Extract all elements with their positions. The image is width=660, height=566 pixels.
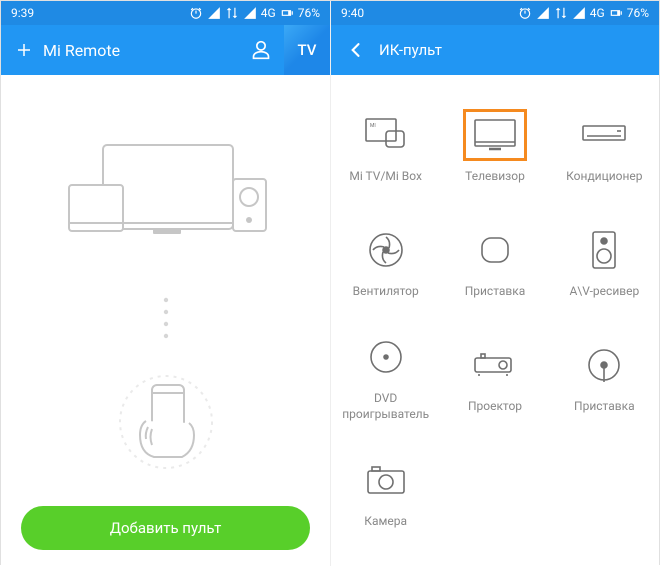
device-label: Вентилятор xyxy=(353,284,419,300)
connection-dots-icon xyxy=(162,295,170,345)
device-label: Кондиционер xyxy=(566,169,642,185)
app-title: Mi Remote xyxy=(43,41,238,60)
back-button[interactable] xyxy=(345,39,367,61)
device-settop[interactable]: Приставка xyxy=(440,204,549,319)
devices-illustration xyxy=(61,135,271,255)
header-actions: TV xyxy=(238,25,330,75)
ac-icon xyxy=(572,109,636,161)
alarm-icon xyxy=(518,6,532,20)
device-mitv[interactable]: MI Mi TV/Mi Box xyxy=(331,89,440,204)
add-remote-button[interactable]: Добавить пульт xyxy=(21,506,310,550)
device-label: Приставка xyxy=(574,399,635,415)
settop-icon xyxy=(463,224,527,276)
tv-tab[interactable]: TV xyxy=(284,25,330,75)
app-header: Mi Remote TV xyxy=(1,25,330,75)
camera-icon xyxy=(354,454,418,506)
device-av[interactable]: A\V-ресивер xyxy=(550,204,659,319)
empty-state: Добавить пульт xyxy=(1,75,330,566)
device-label: Телевизор xyxy=(465,169,525,185)
device-dvd[interactable]: DVD проигрыватель xyxy=(331,319,440,434)
status-icons: 4G 76% xyxy=(189,6,320,20)
disc-icon xyxy=(354,331,418,383)
signal2-icon xyxy=(243,6,257,20)
device-ac[interactable]: Кондиционер xyxy=(550,89,659,204)
statusbar: 9:40 4G 76% xyxy=(331,1,659,25)
signal-icon xyxy=(536,6,550,20)
device-label: Приставка xyxy=(465,284,526,300)
network-type: 4G xyxy=(261,6,276,20)
signal2-icon xyxy=(572,6,586,20)
signal-icon xyxy=(207,6,221,20)
device-grid: MI Mi TV/Mi Box Телевизор Кондиционер Ве… xyxy=(331,75,659,566)
add-icon[interactable] xyxy=(15,41,33,59)
alarm-icon xyxy=(189,6,203,20)
picker-header: ИК-пульт xyxy=(331,25,659,75)
device-label: DVD проигрыватель xyxy=(331,391,440,422)
profile-button[interactable] xyxy=(238,25,284,75)
battery-pct: 76% xyxy=(627,6,649,20)
status-icons: 4G 76% xyxy=(518,6,649,20)
device-label: Проектор xyxy=(468,399,522,415)
device-projector[interactable]: Проектор xyxy=(440,319,549,434)
screen-device-picker: 9:40 4G 76% ИК-пульт MI Mi TV/Mi Box xyxy=(330,1,659,566)
statusbar: 9:39 4G 76% xyxy=(1,1,330,25)
picker-title: ИК-пульт xyxy=(379,41,442,59)
fan-icon xyxy=(354,224,418,276)
status-time: 9:40 xyxy=(341,6,518,20)
tv-icon xyxy=(463,109,527,161)
data-icon xyxy=(554,6,568,20)
device-settop2[interactable]: Приставка xyxy=(550,319,659,434)
status-time: 9:39 xyxy=(11,6,189,20)
add-remote-label: Добавить пульт xyxy=(110,519,222,537)
battery-icon xyxy=(609,6,623,20)
device-label: A\V-ресивер xyxy=(569,284,639,300)
data-icon xyxy=(225,6,239,20)
screen-mi-remote: 9:39 4G 76% Mi Remote TV xyxy=(1,1,330,566)
speaker-icon xyxy=(572,224,636,276)
svg-text:MI: MI xyxy=(370,123,376,129)
hand-phone-illustration xyxy=(116,367,216,477)
mitv-icon: MI xyxy=(354,109,418,161)
device-fan[interactable]: Вентилятор xyxy=(331,204,440,319)
battery-icon xyxy=(280,6,294,20)
device-label: Камера xyxy=(364,514,407,530)
device-label: Mi TV/Mi Box xyxy=(349,169,422,185)
device-tv[interactable]: Телевизор xyxy=(440,89,549,204)
projector-icon xyxy=(463,339,527,391)
battery-pct: 76% xyxy=(298,6,320,20)
network-type: 4G xyxy=(590,6,605,20)
device-camera[interactable]: Камера xyxy=(331,434,440,549)
satellite-icon xyxy=(572,339,636,391)
